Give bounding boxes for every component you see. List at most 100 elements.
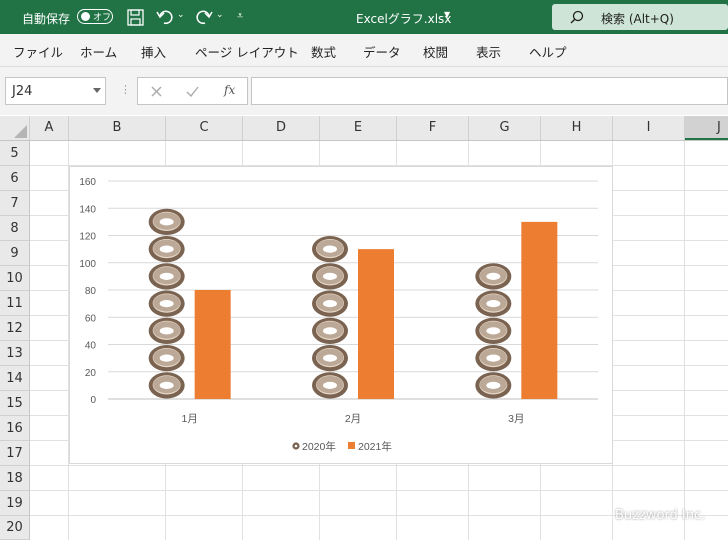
grid-line bbox=[30, 465, 728, 466]
select-all-corner[interactable] bbox=[0, 116, 30, 140]
search-box[interactable]: 検索 (Alt+Q) bbox=[552, 4, 728, 30]
bar-2021-1[interactable] bbox=[194, 290, 231, 399]
tab-formulas[interactable]: 数式 bbox=[311, 42, 336, 61]
name-box-dropdown-icon[interactable] bbox=[93, 88, 101, 93]
customize-toolbar-icon[interactable]: ⩡ bbox=[237, 9, 243, 23]
tab-review[interactable]: 校閲 bbox=[423, 42, 448, 61]
column-header-j[interactable]: J bbox=[685, 116, 728, 140]
column-header-f[interactable]: F bbox=[397, 116, 469, 140]
search-icon bbox=[570, 10, 584, 24]
column-header-a[interactable]: A bbox=[30, 116, 69, 140]
row-header-15[interactable]: 15 bbox=[0, 391, 29, 416]
donut-hole bbox=[323, 381, 337, 389]
legend-label-2020: 2020年 bbox=[302, 440, 336, 453]
row-header-13[interactable]: 13 bbox=[0, 341, 29, 366]
column-header-b[interactable]: B bbox=[69, 116, 166, 140]
row-header-5[interactable]: 5 bbox=[0, 141, 29, 166]
donut-hole bbox=[486, 300, 501, 308]
y-tick-label: 80 bbox=[85, 286, 97, 297]
formula-buttons: fx bbox=[137, 77, 248, 105]
chart-area[interactable]: 0 20 40 60 80 100 120 140 160 1月 2月 3月 2020年 2021年 bbox=[69, 166, 613, 464]
column-header-i[interactable]: I bbox=[613, 116, 685, 140]
name-box-value: J24 bbox=[12, 84, 33, 99]
undo-dropdown-icon[interactable]: ⌄ bbox=[177, 10, 185, 20]
legend-swatch-2021 bbox=[348, 442, 355, 449]
donut-hole bbox=[323, 300, 337, 308]
donut-hole bbox=[486, 272, 501, 280]
title-bar: 自動保存 オフ ⌄ ⌄ ⩡ Excelグラフ.xlsx ▼ 検索 (Alt+Q) bbox=[0, 0, 728, 34]
tab-view[interactable]: 表示 bbox=[476, 42, 501, 61]
tab-page-layout[interactable]: ページ レイアウト bbox=[195, 42, 299, 61]
row-header-11[interactable]: 11 bbox=[0, 291, 29, 316]
row-header-14[interactable]: 14 bbox=[0, 366, 29, 391]
cancel-icon[interactable] bbox=[151, 86, 162, 97]
grid-line bbox=[30, 490, 728, 491]
donut-hole bbox=[486, 327, 501, 335]
donut-hole bbox=[159, 327, 174, 335]
autosave-toggle[interactable]: オフ bbox=[77, 9, 113, 24]
file-name[interactable]: Excelグラフ.xlsx bbox=[356, 10, 451, 27]
formula-input[interactable] bbox=[251, 77, 728, 105]
y-tick-label: 20 bbox=[85, 368, 97, 379]
x-tick-label: 2月 bbox=[345, 413, 361, 425]
redo-icon[interactable] bbox=[195, 9, 213, 25]
tab-help[interactable]: ヘルプ bbox=[529, 42, 567, 61]
donut-hole bbox=[323, 272, 337, 280]
bar-2021-2[interactable] bbox=[358, 249, 394, 399]
name-box[interactable]: J24 bbox=[5, 77, 106, 105]
toggle-knob bbox=[81, 12, 90, 21]
tab-data[interactable]: データ bbox=[363, 42, 401, 61]
row-header-18[interactable]: 18 bbox=[0, 466, 29, 491]
save-icon[interactable] bbox=[127, 9, 144, 26]
donut-hole bbox=[323, 354, 337, 362]
autosave-state: オフ bbox=[93, 13, 112, 23]
donut-hole bbox=[323, 327, 337, 335]
row-headers: 5 6 7 8 9 10 11 12 13 14 15 16 17 18 19 … bbox=[0, 141, 30, 540]
y-tick-label: 100 bbox=[79, 259, 96, 270]
y-tick-label: 160 bbox=[79, 177, 96, 188]
column-header-e[interactable]: E bbox=[320, 116, 397, 140]
donut-hole bbox=[159, 245, 174, 253]
filename-dropdown-icon[interactable]: ▼ bbox=[444, 10, 450, 19]
donut-hole bbox=[159, 272, 174, 280]
redo-dropdown-icon[interactable]: ⌄ bbox=[216, 10, 224, 20]
row-header-17[interactable]: 17 bbox=[0, 441, 29, 466]
column-header-h[interactable]: H bbox=[541, 116, 613, 140]
watermark: Buzzword Inc. bbox=[615, 508, 706, 523]
more-options-icon[interactable]: ⋮ bbox=[120, 83, 131, 96]
tab-file[interactable]: ファイル bbox=[13, 42, 63, 61]
select-all-triangle-icon bbox=[14, 125, 27, 138]
column-header-d[interactable]: D bbox=[243, 116, 320, 140]
y-tick-label: 60 bbox=[85, 313, 97, 324]
y-tick-label: 120 bbox=[79, 232, 96, 243]
legend-2020[interactable]: 2020年 bbox=[292, 440, 336, 453]
bar-2020-3[interactable] bbox=[475, 263, 512, 399]
formula-bar: J24 ⋮ fx bbox=[0, 67, 728, 115]
tab-home[interactable]: ホーム bbox=[80, 42, 117, 61]
tab-insert[interactable]: 挿入 bbox=[141, 42, 166, 61]
bar-2021-3[interactable] bbox=[521, 221, 558, 399]
row-header-9[interactable]: 9 bbox=[0, 241, 29, 266]
y-tick-label: 40 bbox=[85, 341, 97, 352]
bar-2020-1[interactable] bbox=[148, 208, 185, 399]
row-header-7[interactable]: 7 bbox=[0, 191, 29, 216]
enter-icon[interactable] bbox=[186, 86, 199, 97]
row-header-20[interactable]: 20 bbox=[0, 516, 29, 540]
row-header-16[interactable]: 16 bbox=[0, 416, 29, 441]
chart-plot[interactable]: 0 20 40 60 80 100 120 140 160 1月 2月 3月 2020年 2021年 bbox=[70, 167, 612, 463]
row-header-12[interactable]: 12 bbox=[0, 316, 29, 341]
donut-hole bbox=[159, 354, 174, 362]
row-header-6[interactable]: 6 bbox=[0, 166, 29, 191]
donut-hole bbox=[486, 381, 501, 389]
row-header-8[interactable]: 8 bbox=[0, 216, 29, 241]
column-header-c[interactable]: C bbox=[166, 116, 243, 140]
legend-donut-hole bbox=[294, 444, 298, 448]
ribbon-tabs: ファイル ホーム 挿入 ページ レイアウト 数式 データ 校閲 表示 ヘルプ bbox=[0, 34, 728, 67]
insert-function-icon[interactable]: fx bbox=[224, 83, 235, 97]
row-header-19[interactable]: 19 bbox=[0, 491, 29, 516]
column-header-g[interactable]: G bbox=[469, 116, 541, 140]
row-header-10[interactable]: 10 bbox=[0, 266, 29, 291]
legend-2021[interactable]: 2021年 bbox=[348, 440, 392, 453]
donut-hole bbox=[159, 381, 174, 389]
undo-icon[interactable] bbox=[156, 9, 174, 25]
